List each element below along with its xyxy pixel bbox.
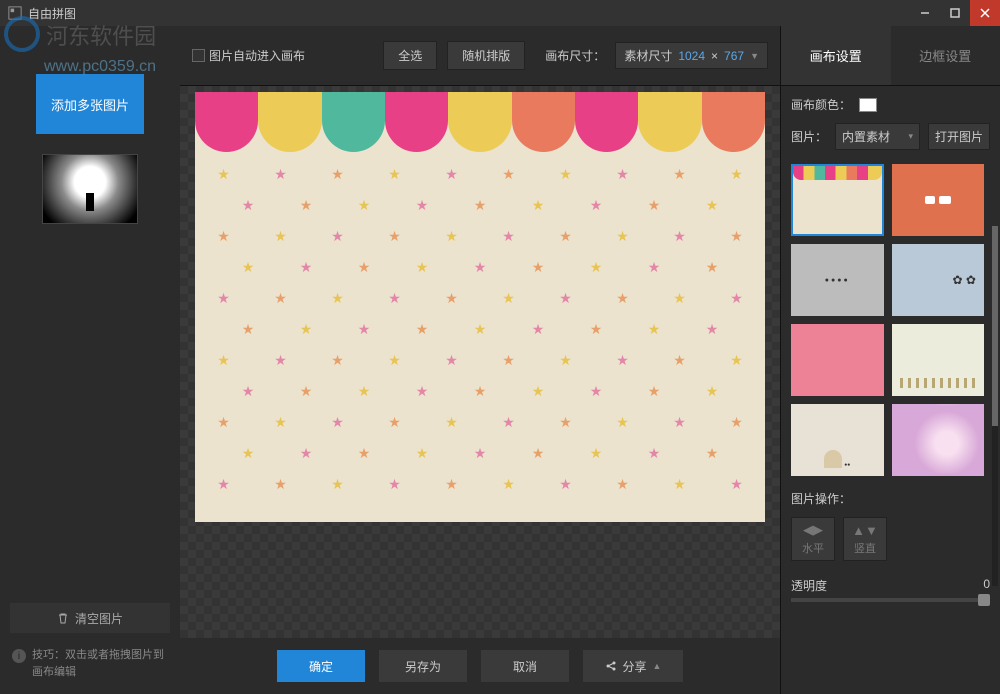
- chevron-down-icon: ▼: [750, 51, 759, 61]
- template-item[interactable]: [791, 404, 884, 476]
- cancel-button[interactable]: 取消: [481, 650, 569, 682]
- image-source-label: 图片：: [791, 128, 827, 145]
- template-item[interactable]: [892, 164, 985, 236]
- opacity-value: 0: [983, 577, 990, 594]
- auto-enter-checkbox[interactable]: [192, 49, 205, 62]
- open-image-button[interactable]: 打开图片: [928, 123, 990, 150]
- canvas-area: ★★★★★★★★★★ ★★★★★★★★★ ★★★★★★★★★★ ★★★★★★★★…: [180, 86, 780, 638]
- sidebar: 添加多张图片 清空图片 i 技巧：双击或者拖拽图片到画布编辑: [0, 26, 180, 694]
- template-scrollbar[interactable]: [992, 226, 998, 586]
- tab-canvas-settings[interactable]: 画布设置: [781, 26, 891, 85]
- canvas[interactable]: ★★★★★★★★★★ ★★★★★★★★★ ★★★★★★★★★★ ★★★★★★★★…: [195, 92, 765, 522]
- random-layout-button[interactable]: 随机排版: [447, 41, 525, 70]
- canvas-color-swatch[interactable]: [859, 98, 877, 112]
- bottombar: 确定 另存为 取消 分享 ▲: [180, 638, 780, 694]
- tab-border-settings[interactable]: 边框设置: [891, 26, 1000, 85]
- canvas-size-label: 画布尺寸：: [545, 47, 605, 64]
- share-button[interactable]: 分享 ▲: [583, 650, 683, 682]
- window-title: 自由拼图: [28, 5, 76, 22]
- flip-h-icon: ◀▶: [803, 522, 823, 538]
- right-panel: 画布设置 边框设置 画布颜色： 图片： 内置素材 ▾ 打开图片: [780, 26, 1000, 694]
- template-item[interactable]: [791, 164, 884, 236]
- template-item[interactable]: [892, 404, 985, 476]
- template-item[interactable]: [892, 244, 985, 316]
- flip-vertical-button[interactable]: ▲▼ 竖直: [843, 517, 887, 561]
- auto-enter-label: 图片自动进入画布: [209, 47, 305, 64]
- flip-horizontal-button[interactable]: ◀▶ 水平: [791, 517, 835, 561]
- toolbar: 图片自动进入画布 全选 随机排版 画布尺寸： 素材尺寸 1024 × 767 ▼: [180, 26, 780, 86]
- tip-text: i 技巧：双击或者拖拽图片到画布编辑: [10, 643, 170, 684]
- trash-icon: [57, 612, 69, 624]
- template-grid: [791, 164, 990, 476]
- app-icon: [8, 6, 22, 20]
- add-images-button[interactable]: 添加多张图片: [36, 74, 144, 134]
- minimize-button[interactable]: [910, 0, 940, 26]
- maximize-button[interactable]: [940, 0, 970, 26]
- flip-v-icon: ▲▼: [852, 523, 878, 538]
- canvas-color-label: 画布颜色：: [791, 96, 851, 113]
- close-button[interactable]: [970, 0, 1000, 26]
- ok-button[interactable]: 确定: [277, 650, 365, 682]
- image-thumbnail[interactable]: [42, 154, 138, 224]
- chevron-up-icon: ▲: [653, 661, 662, 671]
- clear-images-button[interactable]: 清空图片: [10, 603, 170, 633]
- opacity-slider[interactable]: [791, 598, 990, 602]
- share-icon: [605, 660, 617, 672]
- info-icon: i: [12, 649, 26, 663]
- canvas-size-dropdown[interactable]: 素材尺寸 1024 × 767 ▼: [615, 42, 768, 69]
- template-item[interactable]: [791, 324, 884, 396]
- image-source-dropdown[interactable]: 内置素材 ▾: [835, 123, 920, 150]
- template-item[interactable]: [892, 324, 985, 396]
- template-item[interactable]: [791, 244, 884, 316]
- opacity-label: 透明度: [791, 577, 827, 594]
- titlebar: 自由拼图: [0, 0, 1000, 26]
- save-as-button[interactable]: 另存为: [379, 650, 467, 682]
- image-ops-label: 图片操作：: [791, 490, 990, 507]
- select-all-button[interactable]: 全选: [383, 41, 437, 70]
- chevron-down-icon: ▾: [908, 131, 913, 142]
